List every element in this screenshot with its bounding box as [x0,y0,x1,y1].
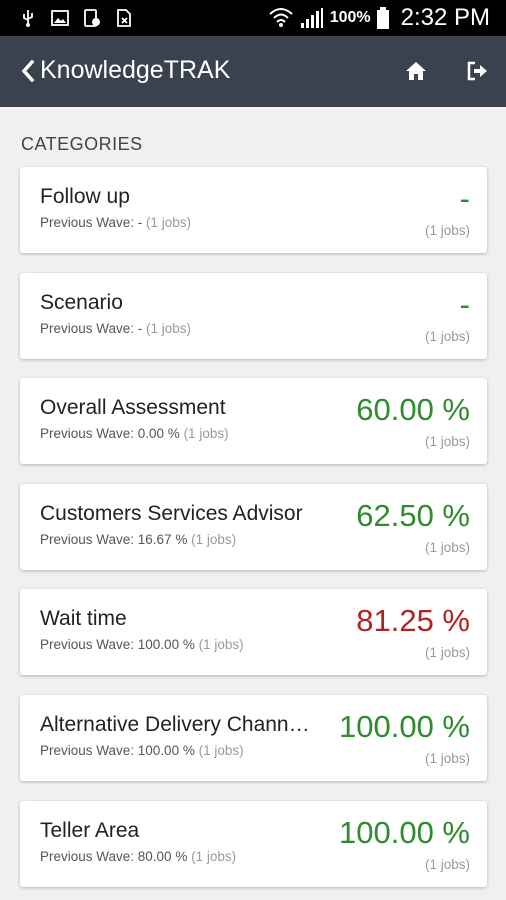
previous-wave-jobs: (1 jobs) [142,321,192,336]
previous-wave-jobs: (1 jobs) [142,215,192,230]
device-settings-icon [84,9,100,27]
category-card[interactable]: Scenario Previous Wave: - (1 jobs) - (1 job… [20,273,487,359]
file-x-icon [117,9,131,27]
previous-wave-jobs: (1 jobs) [194,637,244,652]
category-score: 62.50 % [356,498,470,533]
previous-wave: Previous Wave: 0.00 % (1 jobs) [40,426,229,441]
category-card[interactable]: Follow up Previous Wave: - (1 jobs) - (1 jo… [20,167,487,253]
category-score: 60.00 % [356,392,470,427]
app-title: KnowledgeTRAK [40,56,231,84]
previous-wave-jobs: (1 jobs) [187,849,237,864]
category-card[interactable]: Overall Assessment Previous Wave: 0.00 % … [20,378,487,464]
category-jobs: (1 jobs) [424,857,470,872]
signal-icon [300,8,323,28]
notification-icons [18,8,134,28]
category-card[interactable]: Teller Area Previous Wave: 80.00 % (1 job… [20,801,487,887]
category-score: - [459,181,470,216]
system-status: 100% 2:32 PM [268,4,490,32]
category-name: Customers Services Advisor [40,502,303,525]
back-button[interactable]: KnowledgeTRAK [20,56,230,85]
category-score: 100.00 % [339,709,470,744]
category-card[interactable]: Alternative Delivery Chann… Previous Wave… [20,695,487,781]
category-jobs: (1 jobs) [424,645,470,660]
previous-wave: Previous Wave: 16.67 % (1 jobs) [40,532,236,547]
usb-icon [23,10,33,27]
previous-wave: Previous Wave: - (1 jobs) [40,215,191,230]
category-card[interactable]: Wait time Previous Wave: 100.00 % (1 jobs… [20,589,487,675]
app-bar: KnowledgeTRAK [0,36,506,107]
category-name: Scenario [40,291,123,314]
previous-wave-value: Previous Wave: 16.67 % [40,532,188,547]
category-card[interactable]: Customers Services Advisor Previous Wave:… [20,484,487,570]
category-name: Alternative Delivery Chann… [40,713,310,736]
battery-icon [376,7,389,29]
clock: 2:32 PM [400,4,490,31]
wifi-icon [269,8,293,27]
previous-wave-jobs: (1 jobs) [187,532,237,547]
image-icon [51,10,69,26]
previous-wave-value: Previous Wave: 80.00 % [40,849,188,864]
status-bar: 100% 2:32 PM [0,0,506,36]
previous-wave: Previous Wave: 100.00 % (1 jobs) [40,637,244,652]
battery-percent: 100% [329,9,371,26]
category-jobs: (1 jobs) [424,329,470,344]
previous-wave: Previous Wave: - (1 jobs) [40,321,191,336]
previous-wave-jobs: (1 jobs) [194,743,244,758]
section-title: CATEGORIES [21,134,143,154]
category-score: 81.25 % [356,603,470,638]
category-jobs: (1 jobs) [424,540,470,555]
category-score: 100.00 % [339,815,470,850]
previous-wave: Previous Wave: 80.00 % (1 jobs) [40,849,236,864]
category-name: Teller Area [40,819,140,842]
chevron-left-icon [21,59,35,82]
previous-wave-value: Previous Wave: - [40,321,143,336]
category-name: Overall Assessment [40,396,226,419]
previous-wave: Previous Wave: 100.00 % (1 jobs) [40,743,244,758]
previous-wave-jobs: (1 jobs) [179,426,229,441]
category-jobs: (1 jobs) [424,751,470,766]
previous-wave-value: Previous Wave: - [40,215,143,230]
category-jobs: (1 jobs) [424,434,470,449]
home-icon[interactable] [404,60,428,82]
previous-wave-value: Previous Wave: 100.00 % [40,637,195,652]
category-name: Follow up [40,185,130,208]
previous-wave-value: Previous Wave: 0.00 % [40,426,180,441]
sign-out-icon[interactable] [466,60,488,82]
category-name: Wait time [40,607,127,630]
previous-wave-value: Previous Wave: 100.00 % [40,743,195,758]
category-jobs: (1 jobs) [424,223,470,238]
category-score: - [459,287,470,322]
